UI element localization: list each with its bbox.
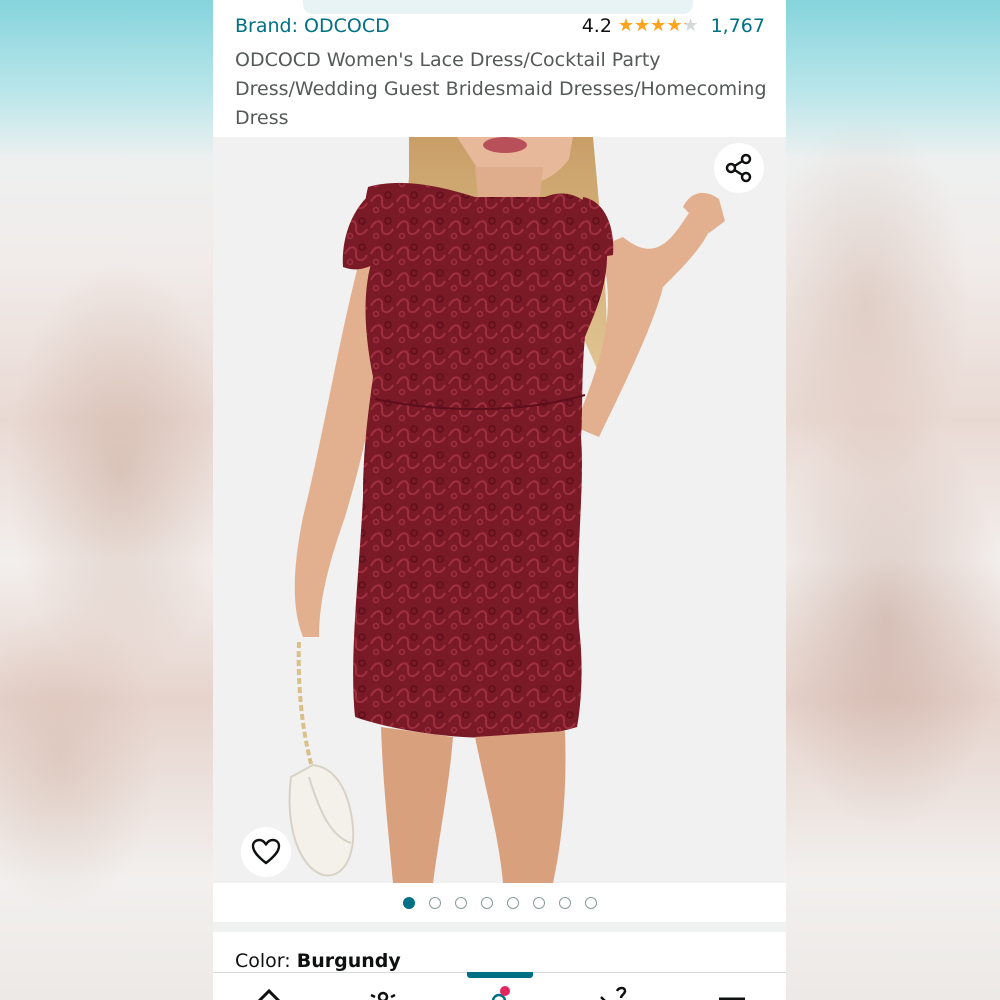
rating-summary[interactable]: 4.2 ★★★★★ ★★★★★ 1,767 [582, 15, 765, 37]
nav-profile[interactable] [363, 985, 403, 1000]
pagination-dot[interactable] [454, 897, 467, 909]
nav-menu[interactable] [713, 985, 753, 1000]
nav-home[interactable] [249, 985, 289, 1000]
add-to-wishlist-button[interactable] [241, 827, 291, 877]
profile-icon [370, 991, 396, 1000]
rating-value: 4.2 [581, 15, 612, 37]
pagination-dot[interactable] [506, 897, 519, 909]
product-title: ODCOCD Women's Lace Dress/Cocktail Party… [235, 49, 767, 129]
star-rating: ★★★★★ ★★★★★ [617, 15, 699, 36]
pagination-dot[interactable] [480, 897, 493, 909]
pagination-dot[interactable] [402, 897, 415, 909]
rating-count[interactable]: 1,767 [711, 15, 765, 37]
search-bar-edge[interactable] [303, 0, 693, 14]
brand-rating-row: Brand: ODCOCD 4.2 ★★★★★ ★★★★★ 1,767 [235, 15, 765, 43]
cart-icon [491, 986, 510, 1000]
brand-link[interactable]: Brand: ODCOCD [235, 15, 390, 37]
color-value: Burgundy [296, 950, 401, 972]
nav-account[interactable] [593, 985, 633, 1000]
menu-icon [719, 997, 745, 1000]
nav-active-indicator [467, 972, 533, 978]
pagination-dot[interactable] [584, 897, 597, 909]
nav-cart[interactable] [481, 985, 521, 1000]
dress-photo [288, 137, 725, 883]
home-icon [257, 988, 281, 1000]
pagination-dot[interactable] [558, 897, 571, 909]
section-divider [213, 922, 786, 932]
product-image[interactable] [213, 137, 786, 883]
stars-filled: ★★★★★ [617, 17, 686, 35]
pagination-dot[interactable] [428, 897, 441, 909]
image-pagination[interactable] [213, 883, 786, 923]
pagination-dot[interactable] [532, 897, 545, 909]
color-label: Color: [235, 950, 297, 972]
background-blur-right [786, 0, 1000, 1000]
heart-icon [251, 838, 281, 865]
background-blur-left [0, 0, 213, 1000]
bottom-navigation [213, 972, 786, 1000]
color-selection: Color: Burgundy [235, 950, 401, 972]
share-icon [725, 153, 752, 183]
product-page: Brand: ODCOCD 4.2 ★★★★★ ★★★★★ 1,767 ODCO… [213, 0, 786, 1000]
account-icon [600, 986, 627, 1000]
share-button[interactable] [714, 143, 764, 193]
